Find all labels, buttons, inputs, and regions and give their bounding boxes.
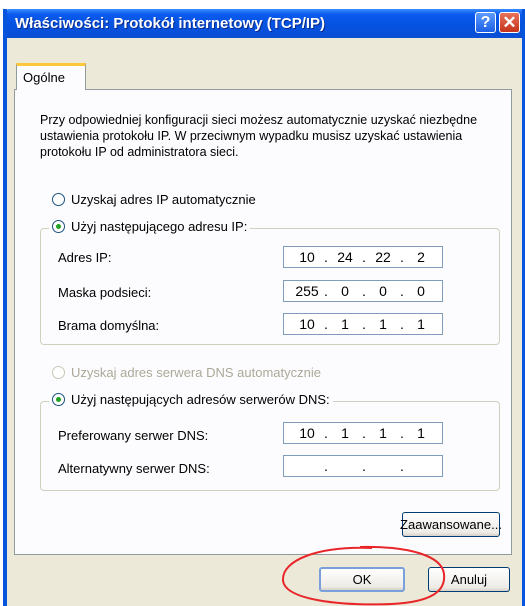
window-title: Właściwości: Protokół internetowy (TCP/I… [15, 15, 326, 32]
radio-ip-auto-label: Uzyskaj adres IP automatycznie [71, 192, 256, 207]
octet-separator: . [400, 249, 404, 265]
radio-button-icon [52, 220, 65, 233]
subnet-mask-label: Maska podsieci: [58, 285, 152, 300]
description-text: Przy odpowiedniej konfiguracji sieci moż… [40, 113, 478, 159]
radio-button-icon [52, 366, 65, 379]
octet-separator: . [362, 316, 366, 332]
octet: 1 [379, 425, 387, 441]
octet: 10 [299, 249, 315, 265]
ok-button[interactable]: OK [319, 567, 405, 592]
help-button[interactable]: ? [475, 12, 496, 33]
ip-address-input[interactable]: 10 . 24 . 22 . 2 [283, 246, 443, 268]
close-button[interactable]: ✕ [499, 12, 520, 33]
octet: 1 [341, 425, 349, 441]
octet-separator: . [362, 425, 366, 441]
octet-separator: . [400, 458, 404, 474]
octet: 255 [295, 283, 319, 299]
radio-dns-manual[interactable]: Użyj następujących adresów serwerów DNS: [49, 392, 333, 407]
alternate-dns-label: Alternatywny serwer DNS: [58, 461, 210, 476]
octet: 2 [417, 249, 425, 265]
octet: 24 [337, 249, 353, 265]
octet: 22 [375, 249, 391, 265]
octet-separator: . [324, 249, 328, 265]
octet-separator: . [324, 458, 328, 474]
octet-separator: . [362, 249, 366, 265]
octet: 1 [379, 316, 387, 332]
radio-ip-auto[interactable]: Uzyskaj adres IP automatycznie [52, 192, 256, 207]
radio-ip-manual-label: Użyj następującego adresu IP: [71, 219, 248, 234]
radio-dns-auto-label: Uzyskaj adres serwera DNS automatycznie [71, 365, 321, 380]
default-gateway-label: Brama domyślna: [58, 318, 160, 333]
octet-separator: . [400, 283, 404, 299]
octet-separator: . [324, 283, 328, 299]
octet-separator: . [362, 283, 366, 299]
octet: 1 [417, 316, 425, 332]
octet: 0 [341, 283, 349, 299]
octet: 0 [417, 283, 425, 299]
octet: 10 [299, 316, 315, 332]
title-bar[interactable]: Właściwości: Protokół internetowy (TCP/I… [7, 9, 522, 38]
tab-general[interactable]: Ogólne [16, 63, 86, 90]
octet-separator: . [324, 316, 328, 332]
octet-separator: . [324, 425, 328, 441]
preferred-dns-input[interactable]: 10 . 1 . 1 . 1 [283, 422, 443, 444]
ip-address-label: Adres IP: [58, 250, 112, 265]
octet: 1 [341, 316, 349, 332]
octet: 10 [299, 425, 315, 441]
radio-button-icon [52, 393, 65, 406]
alternate-dns-input[interactable]: . . . [283, 455, 443, 477]
close-icon: ✕ [502, 12, 517, 32]
default-gateway-input[interactable]: 10 . 1 . 1 . 1 [283, 313, 443, 335]
radio-ip-manual[interactable]: Użyj następującego adresu IP: [49, 219, 251, 234]
octet: 0 [379, 283, 387, 299]
subnet-mask-input[interactable]: 255 . 0 . 0 . 0 [283, 280, 443, 302]
octet-separator: . [400, 425, 404, 441]
preferred-dns-label: Preferowany serwer DNS: [58, 428, 209, 443]
advanced-button[interactable]: Zaawansowane... [400, 512, 502, 537]
cancel-button[interactable]: Anuluj [428, 567, 510, 592]
help-icon: ? [480, 13, 491, 31]
octet: 1 [417, 425, 425, 441]
radio-dns-auto: Uzyskaj adres serwera DNS automatycznie [52, 365, 321, 380]
radio-dns-manual-label: Użyj następujących adresów serwerów DNS: [71, 392, 330, 407]
octet-separator: . [362, 458, 366, 474]
radio-button-icon [52, 193, 65, 206]
octet-separator: . [400, 316, 404, 332]
dns-groupbox [40, 401, 500, 491]
